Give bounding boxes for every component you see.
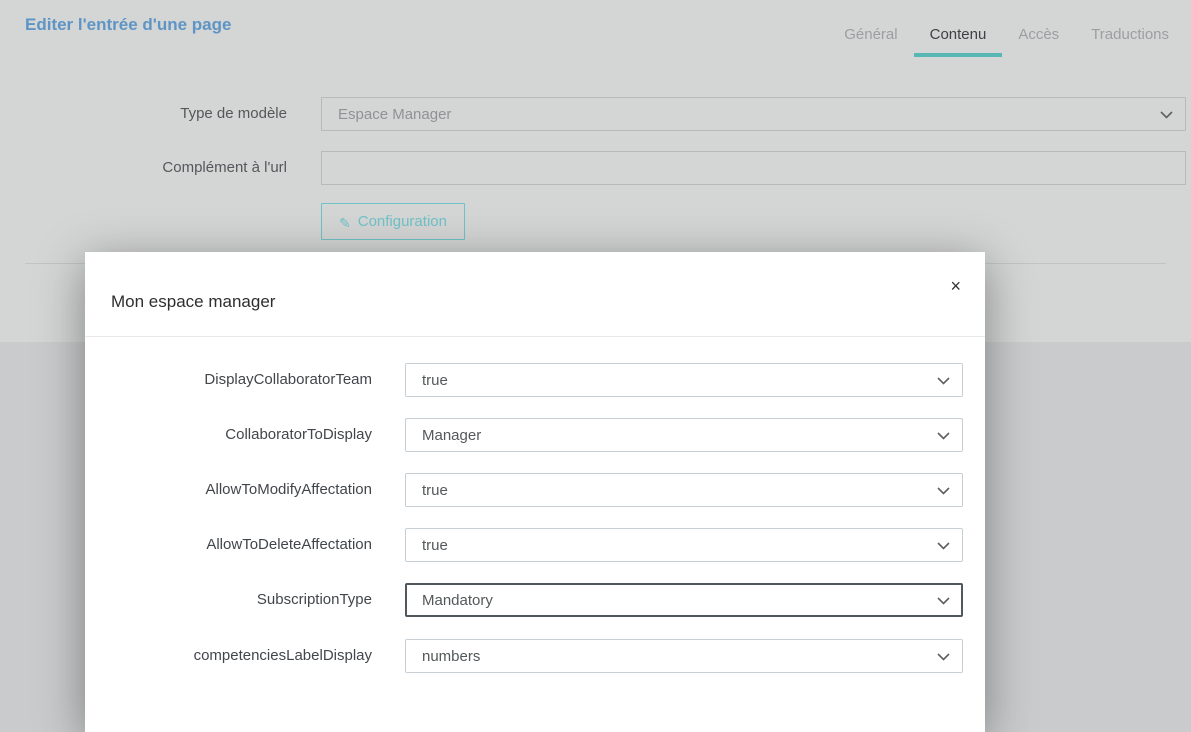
field-row-collaboratortodisplay: CollaboratorToDisplay Manager bbox=[85, 418, 985, 452]
tab-acces[interactable]: Accès bbox=[1002, 0, 1075, 57]
modal-header: Mon espace manager × bbox=[85, 252, 985, 337]
field-label: SubscriptionType bbox=[85, 583, 372, 617]
field-select-control[interactable]: Mandatory bbox=[405, 583, 963, 617]
tab-traductions[interactable]: Traductions bbox=[1075, 0, 1185, 57]
screen: Editer l'entrée d'une page Général Conte… bbox=[0, 0, 1191, 691]
field-label: DisplayCollaboratorTeam bbox=[85, 363, 372, 397]
modal-title: Mon espace manager bbox=[111, 292, 275, 312]
field-row-competencieslabeldisplay: competenciesLabelDisplay numbers bbox=[85, 639, 985, 673]
model-type-select-control[interactable]: Espace Manager bbox=[321, 97, 1186, 131]
field-row-subscriptiontype: SubscriptionType Mandatory bbox=[85, 583, 985, 617]
field-select-control[interactable]: numbers bbox=[405, 639, 963, 673]
field-row-allowtomodifyaffectation: AllowToModifyAffectation true bbox=[85, 473, 985, 507]
close-icon[interactable]: × bbox=[950, 277, 961, 295]
tab-general[interactable]: Général bbox=[828, 0, 913, 57]
configuration-modal: Mon espace manager × DisplayCollaborator… bbox=[85, 252, 985, 732]
field-select[interactable]: numbers bbox=[405, 639, 963, 673]
tab-bar: Général Contenu Accès Traductions bbox=[828, 0, 1185, 57]
field-select-control[interactable]: Manager bbox=[405, 418, 963, 452]
field-row-displaycollaboratorteam: DisplayCollaboratorTeam true bbox=[85, 363, 985, 397]
field-label: CollaboratorToDisplay bbox=[85, 418, 372, 452]
model-type-select[interactable]: Espace Manager bbox=[321, 97, 1186, 131]
field-row-allowtodeleteaffectation: AllowToDeleteAffectation true bbox=[85, 528, 985, 562]
field-label: AllowToDeleteAffectation bbox=[85, 528, 372, 562]
field-select-control[interactable]: true bbox=[405, 528, 963, 562]
pencil-icon: ✎ bbox=[339, 216, 351, 230]
model-type-label: Type de modèle bbox=[25, 97, 287, 131]
field-select[interactable]: true bbox=[405, 473, 963, 507]
field-select-control[interactable]: true bbox=[405, 363, 963, 397]
field-label: competenciesLabelDisplay bbox=[85, 639, 372, 673]
configuration-button[interactable]: ✎ Configuration bbox=[321, 203, 465, 240]
tab-contenu[interactable]: Contenu bbox=[914, 0, 1003, 57]
page-title: Editer l'entrée d'une page bbox=[25, 15, 231, 35]
configuration-button-label: Configuration bbox=[358, 213, 447, 230]
field-select[interactable]: Manager bbox=[405, 418, 963, 452]
field-select[interactable]: Mandatory bbox=[405, 583, 963, 617]
url-suffix-input[interactable] bbox=[321, 151, 1186, 185]
field-select-control[interactable]: true bbox=[405, 473, 963, 507]
url-suffix-label: Complément à l'url bbox=[25, 151, 287, 185]
field-label: AllowToModifyAffectation bbox=[85, 473, 372, 507]
field-select[interactable]: true bbox=[405, 363, 963, 397]
field-select[interactable]: true bbox=[405, 528, 963, 562]
